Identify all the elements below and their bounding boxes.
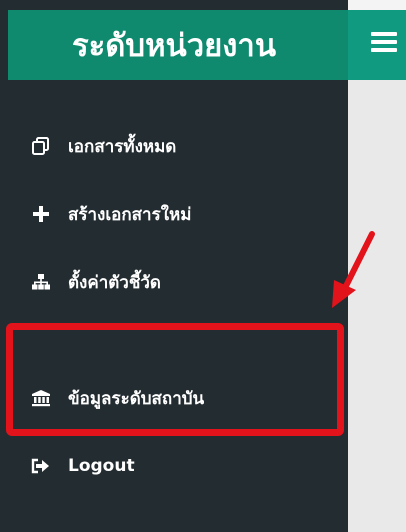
annotation-arrow-icon xyxy=(332,231,375,308)
plus-icon xyxy=(30,203,52,225)
sidebar: ระดับหน่วยงาน เอกสารทั้งหมด สร้างเอกสารใ… xyxy=(0,0,348,532)
hamburger-menu-icon[interactable] xyxy=(371,30,397,54)
sidebar-item-indicator-settings[interactable]: ตั้งค่าตัวชี้วัด xyxy=(30,264,330,300)
sidebar-item-label: สร้างเอกสารใหม่ xyxy=(68,204,192,225)
sidebar-item-label: ตั้งค่าตัวชี้วัด xyxy=(68,272,161,293)
annotation-highlight-box xyxy=(6,323,344,436)
copy-icon xyxy=(30,135,52,157)
sitemap-icon xyxy=(30,271,52,293)
sidebar-item-label: เอกสารทั้งหมด xyxy=(68,136,177,157)
sign-out-icon xyxy=(30,455,52,477)
sidebar-item-logout[interactable]: Logout xyxy=(30,448,330,484)
brand-title: ระดับหน่วยงาน xyxy=(8,10,348,80)
sidebar-item-new-document[interactable]: สร้างเอกสารใหม่ xyxy=(30,196,330,232)
sidebar-item-all-documents[interactable]: เอกสารทั้งหมด xyxy=(30,128,330,164)
sidebar-item-label: Logout xyxy=(68,456,135,476)
